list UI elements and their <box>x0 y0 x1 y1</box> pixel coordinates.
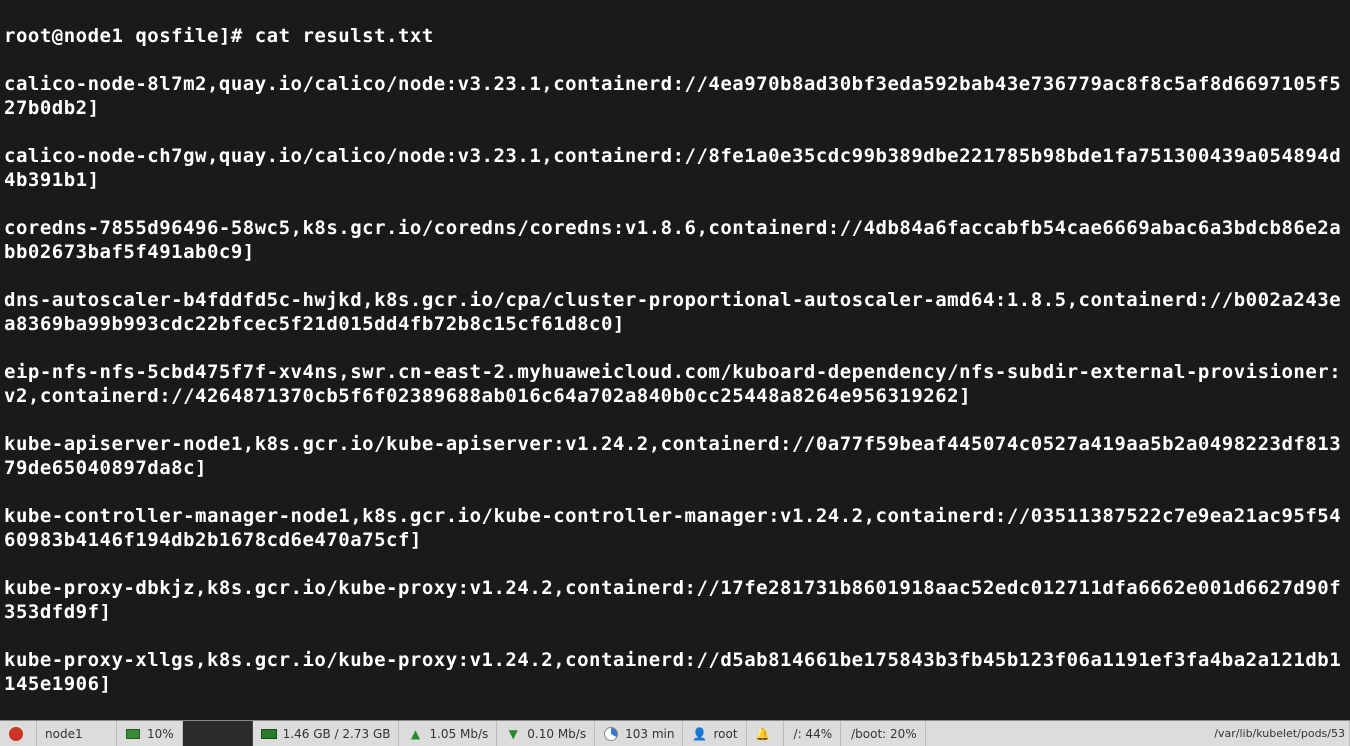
notification-bell[interactable]: 🔔 <box>747 721 784 746</box>
command: cat resulst.txt <box>255 25 434 47</box>
prompt-line: root@node1 qosfile]# cat resulst.txt <box>4 24 1346 48</box>
user-icon: 👤 <box>691 726 707 742</box>
app-name[interactable]: node1 <box>37 721 117 746</box>
net-upload[interactable]: ▲ 1.05 Mb/s <box>399 721 497 746</box>
path-display[interactable]: /var/lib/kubelet/pods/53 <box>1208 721 1350 746</box>
output-line: kube-controller-manager-node1,k8s.gcr.io… <box>4 504 1346 552</box>
net-download[interactable]: ▼ 0.10 Mb/s <box>497 721 595 746</box>
output-line: calico-node-8l7m2,quay.io/calico/node:v3… <box>4 72 1346 120</box>
dark-applet[interactable] <box>183 721 253 746</box>
arrow-down-icon: ▼ <box>505 726 521 742</box>
prompt: root@node1 qosfile]# <box>4 25 255 47</box>
disk-boot[interactable]: /boot: 20% <box>841 721 926 746</box>
disk-root[interactable]: /: 44% <box>784 721 842 746</box>
ram-monitor[interactable]: 1.46 GB / 2.73 GB <box>253 721 400 746</box>
bell-icon: 🔔 <box>755 726 771 742</box>
output-line: calico-node-ch7gw,quay.io/calico/node:v3… <box>4 144 1346 192</box>
taskbar: node1 10% 1.46 GB / 2.73 GB ▲ 1.05 Mb/s … <box>0 720 1350 746</box>
cpu-chip-icon <box>125 726 141 742</box>
uptime-monitor[interactable]: 103 min <box>595 721 683 746</box>
arrow-up-icon: ▲ <box>407 726 423 742</box>
distro-icon <box>8 726 24 742</box>
output-line: kube-proxy-xllgs,k8s.gcr.io/kube-proxy:v… <box>4 648 1346 696</box>
output-line: coredns-7855d96496-58wc5,k8s.gcr.io/core… <box>4 216 1346 264</box>
cpu-monitor[interactable]: 10% <box>117 721 183 746</box>
user-display[interactable]: 👤 root <box>683 721 746 746</box>
output-line: kube-proxy-dbkjz,k8s.gcr.io/kube-proxy:v… <box>4 576 1346 624</box>
countdown-icon <box>603 726 619 742</box>
ram-icon <box>261 726 277 742</box>
output-line: kube-apiserver-node1,k8s.gcr.io/kube-api… <box>4 432 1346 480</box>
output-line: eip-nfs-nfs-5cbd475f7f-xv4ns,swr.cn-east… <box>4 360 1346 408</box>
output-line: dns-autoscaler-b4fddfd5c-hwjkd,k8s.gcr.i… <box>4 288 1346 336</box>
start-button[interactable] <box>0 721 37 746</box>
terminal[interactable]: root@node1 qosfile]# cat resulst.txt cal… <box>0 0 1350 720</box>
